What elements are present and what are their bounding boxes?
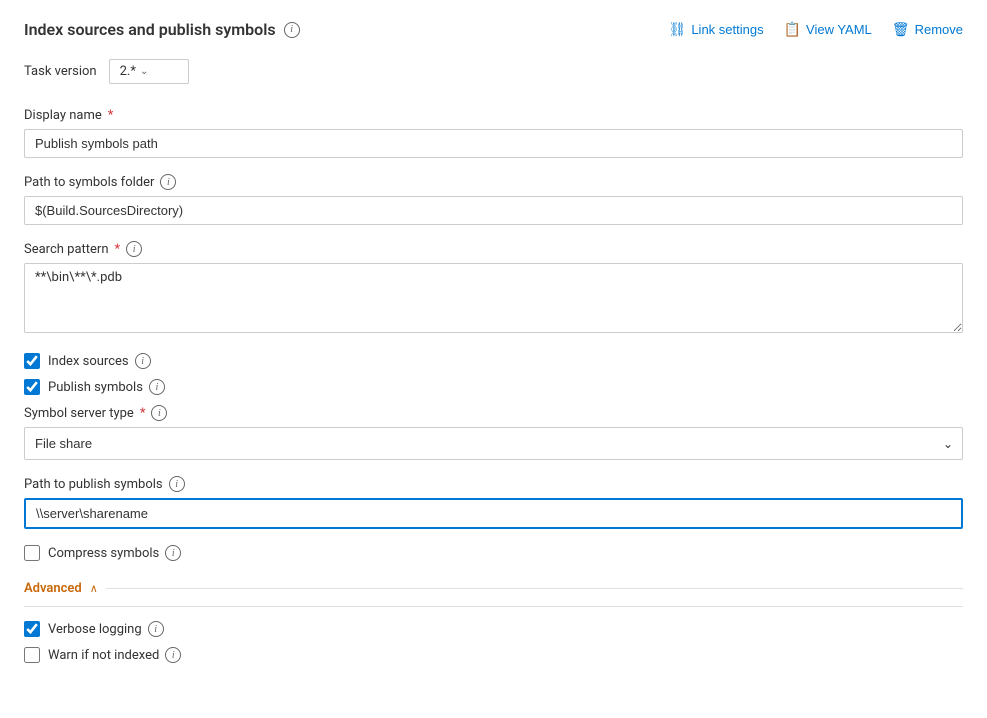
search-pattern-label: Search pattern * i xyxy=(24,241,963,257)
symbol-server-type-required: * xyxy=(140,406,146,421)
index-sources-info-icon[interactable]: i xyxy=(135,353,151,369)
task-version-select[interactable]: 2.* ⌄ xyxy=(109,59,189,84)
warn-not-indexed-info-icon[interactable]: i xyxy=(165,647,181,663)
yaml-icon: 📋 xyxy=(784,21,801,38)
index-sources-row: Index sources i xyxy=(24,353,963,369)
view-yaml-button[interactable]: 📋 View YAML xyxy=(784,21,872,38)
path-symbols-info-icon[interactable]: i xyxy=(160,174,176,190)
verbose-logging-checkbox[interactable] xyxy=(24,621,40,637)
page-title: Index sources and publish symbols xyxy=(24,20,276,39)
path-symbols-folder-input[interactable] xyxy=(24,196,963,225)
search-pattern-group: Search pattern * i **\bin\**\*.pdb xyxy=(24,241,963,337)
display-name-label: Display name * xyxy=(24,108,963,123)
publish-symbols-row: Publish symbols i xyxy=(24,379,963,395)
header-left: Index sources and publish symbols i xyxy=(24,20,300,39)
path-publish-symbols-input[interactable] xyxy=(24,498,963,529)
verbose-logging-row: Verbose logging i xyxy=(24,621,963,637)
symbol-server-type-select[interactable]: File share Azure Artifacts xyxy=(24,427,963,460)
warn-not-indexed-row: Warn if not indexed i xyxy=(24,647,963,663)
path-publish-symbols-info-icon[interactable]: i xyxy=(169,476,185,492)
publish-symbols-label[interactable]: Publish symbols i xyxy=(48,379,165,395)
task-version-row: Task version 2.* ⌄ xyxy=(24,59,963,84)
symbol-server-type-group: Symbol server type * i File share Azure … xyxy=(24,405,963,460)
path-publish-symbols-group: Path to publish symbols i xyxy=(24,476,963,529)
advanced-title: Advanced xyxy=(24,581,82,596)
verbose-logging-label[interactable]: Verbose logging i xyxy=(48,621,164,637)
symbol-server-type-info-icon[interactable]: i xyxy=(151,405,167,421)
header: Index sources and publish symbols i ⛓ Li… xyxy=(24,20,963,39)
warn-not-indexed-checkbox[interactable] xyxy=(24,647,40,663)
remove-icon: 🗑 xyxy=(892,21,910,38)
link-settings-button[interactable]: ⛓ Link settings xyxy=(669,21,764,38)
warn-not-indexed-label[interactable]: Warn if not indexed i xyxy=(48,647,181,663)
task-version-chevron-icon: ⌄ xyxy=(140,66,148,77)
path-symbols-folder-group: Path to symbols folder i xyxy=(24,174,963,225)
publish-symbols-checkbox[interactable] xyxy=(24,379,40,395)
index-sources-checkbox[interactable] xyxy=(24,353,40,369)
remove-button[interactable]: 🗑 Remove xyxy=(892,21,963,38)
advanced-section: Advanced ∧ Verbose logging i Warn if not… xyxy=(24,571,963,663)
search-pattern-required: * xyxy=(115,242,121,257)
verbose-logging-info-icon[interactable]: i xyxy=(148,621,164,637)
search-pattern-info-icon[interactable]: i xyxy=(126,241,142,257)
path-publish-symbols-label: Path to publish symbols i xyxy=(24,476,963,492)
display-name-group: Display name * xyxy=(24,108,963,158)
link-icon: ⛓ xyxy=(669,21,687,38)
symbol-server-type-label: Symbol server type * i xyxy=(24,405,963,421)
page-container: Index sources and publish symbols i ⛓ Li… xyxy=(0,0,987,693)
header-actions: ⛓ Link settings 📋 View YAML 🗑 Remove xyxy=(669,21,963,38)
compress-symbols-label[interactable]: Compress symbols i xyxy=(48,545,181,561)
advanced-divider xyxy=(106,588,963,589)
search-pattern-textarea[interactable]: **\bin\**\*.pdb xyxy=(24,263,963,333)
advanced-header[interactable]: Advanced ∧ xyxy=(24,571,963,607)
display-name-input[interactable] xyxy=(24,129,963,158)
task-version-label: Task version xyxy=(24,64,97,79)
advanced-chevron-icon: ∧ xyxy=(90,582,98,595)
index-sources-label[interactable]: Index sources i xyxy=(48,353,151,369)
publish-symbols-info-icon[interactable]: i xyxy=(149,379,165,395)
symbol-server-type-select-container: File share Azure Artifacts ⌄ xyxy=(24,427,963,460)
title-info-icon[interactable]: i xyxy=(284,22,300,38)
compress-symbols-info-icon[interactable]: i xyxy=(165,545,181,561)
display-name-required: * xyxy=(108,108,114,123)
compress-symbols-checkbox[interactable] xyxy=(24,545,40,561)
path-symbols-folder-label: Path to symbols folder i xyxy=(24,174,963,190)
compress-symbols-row: Compress symbols i xyxy=(24,545,963,561)
